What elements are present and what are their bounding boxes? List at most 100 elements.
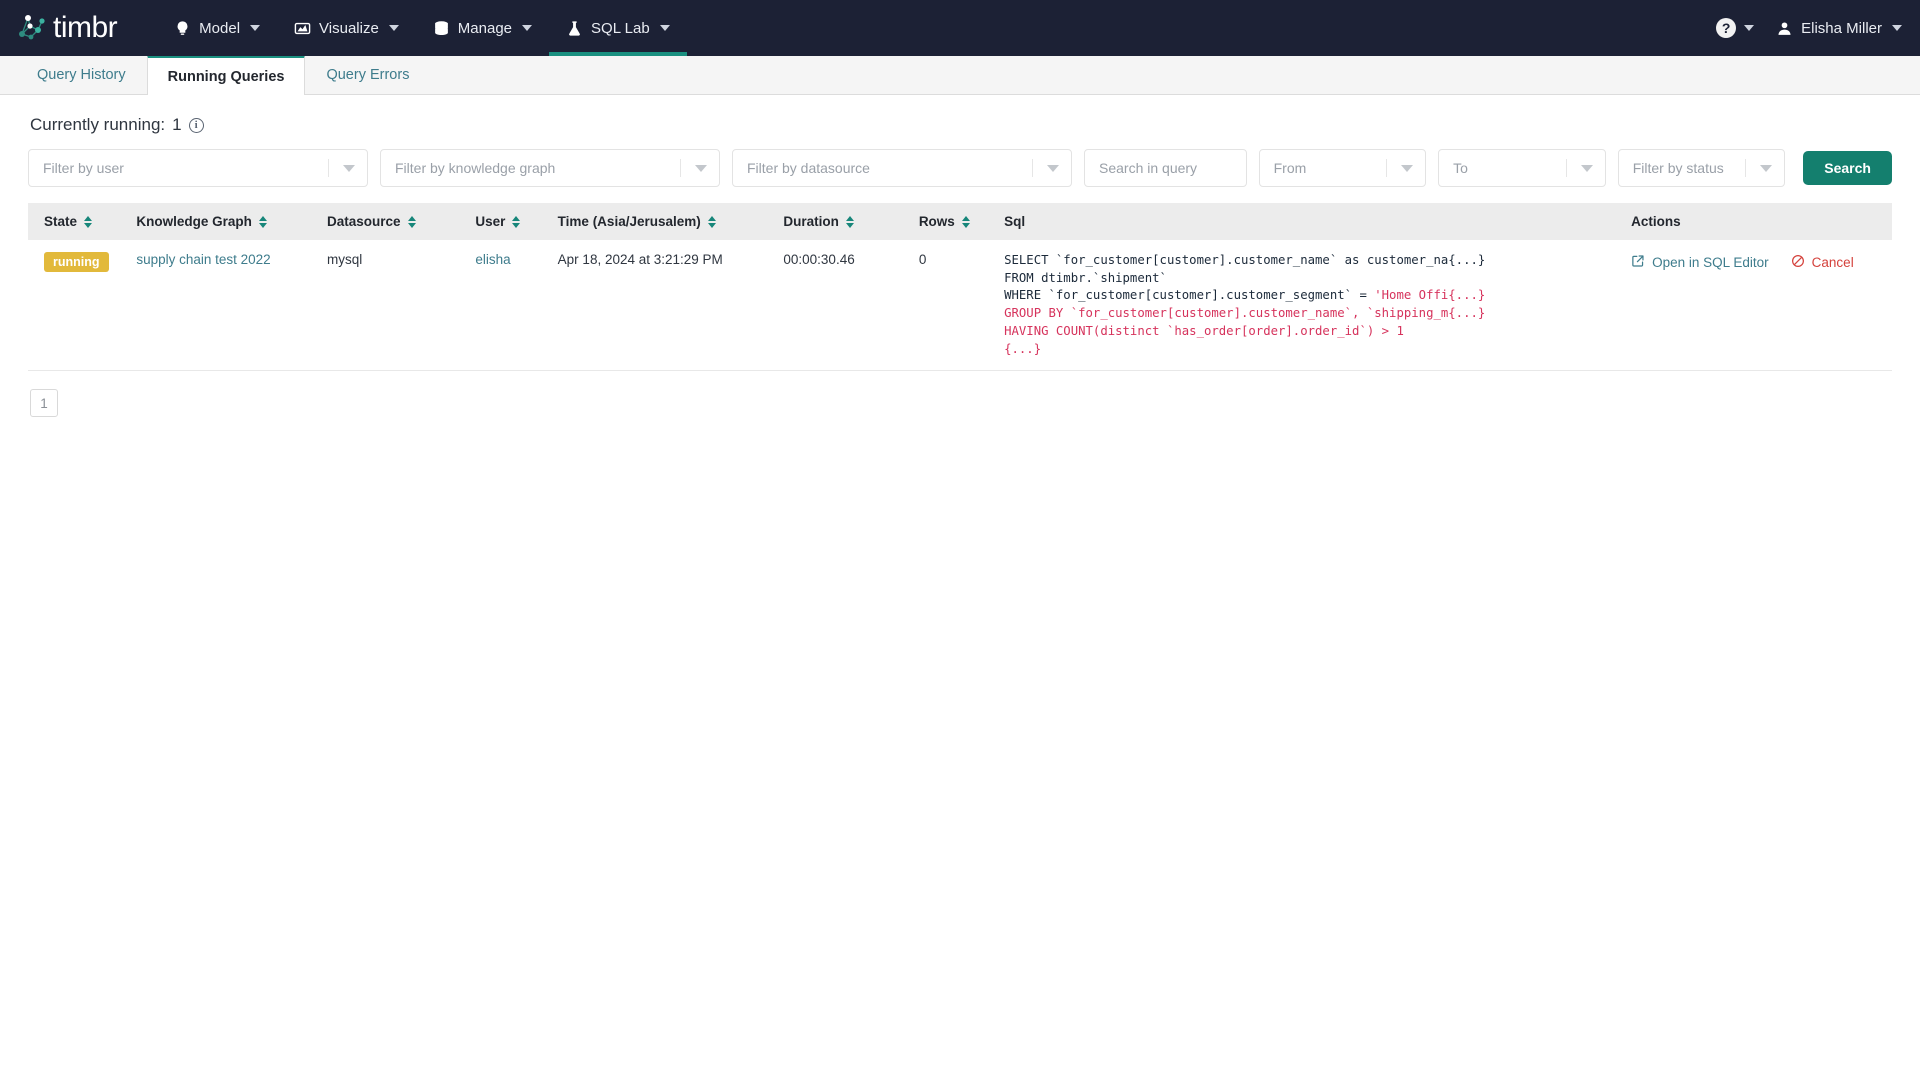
nav-item-visualize[interactable]: Visualize — [277, 0, 416, 56]
filter-by-user-select[interactable]: Filter by user — [28, 149, 368, 187]
column-label: State — [44, 214, 78, 229]
chevron-down-icon[interactable] — [1744, 25, 1755, 31]
column-header-rows[interactable]: Rows — [918, 203, 1005, 240]
nav-item-model[interactable]: Model — [157, 0, 277, 56]
column-header-duration[interactable]: Duration — [783, 203, 919, 240]
sql-keyword: {...} — [1004, 341, 1042, 356]
nav-item-model-label: Model — [199, 19, 241, 37]
filter-bar: Filter by user Filter by knowledge graph… — [28, 149, 1892, 203]
cell-time: Apr 18, 2024 at 3:21:29 PM — [557, 240, 784, 372]
pagination-page-1[interactable]: 1 — [30, 389, 58, 418]
status-badge: running — [44, 252, 109, 272]
sort-icon[interactable] — [258, 215, 267, 228]
cancel-query-button[interactable]: Cancel — [1791, 254, 1854, 271]
currently-running-summary: Currently running: 1 i — [28, 95, 1892, 149]
knowledge-graph-link[interactable]: supply chain test 2022 — [136, 252, 270, 267]
column-label: Knowledge Graph — [136, 214, 252, 229]
filter-by-status-placeholder: Filter by status — [1632, 160, 1724, 176]
person-icon — [1776, 20, 1793, 37]
sort-icon[interactable] — [961, 215, 970, 228]
open-in-sql-editor-label: Open in SQL Editor — [1652, 255, 1769, 270]
nav-right-cluster: ? Elisha Miller — [1716, 0, 1902, 56]
brand-logo[interactable]: timbr — [18, 13, 118, 43]
tab-query-errors[interactable]: Query Errors — [305, 55, 430, 94]
column-header-datasource[interactable]: Datasource — [326, 203, 476, 240]
sql-keyword: GROUP BY `for_customer[customer].custome… — [1004, 306, 1486, 321]
column-header-user[interactable]: User — [475, 203, 558, 240]
main-menu: Model Visualize Manage SQL Lab — [157, 0, 687, 56]
divider — [1386, 159, 1388, 177]
sql-text: WHERE `for_customer[customer].customer_s… — [1004, 288, 1375, 303]
cell-datasource: mysql — [326, 240, 476, 372]
divider — [1565, 159, 1567, 177]
chevron-down-icon — [1892, 25, 1902, 31]
sort-icon[interactable] — [84, 215, 93, 228]
sql-keyword: 'Home Offi{...} — [1374, 288, 1486, 303]
table-header-row: State Knowledge Graph Datasource User Ti… — [28, 203, 1892, 240]
nav-item-manage-label: Manage — [457, 19, 513, 37]
column-header-state[interactable]: State — [28, 203, 137, 240]
column-label: Datasource — [326, 214, 401, 229]
tab-query-history[interactable]: Query History — [16, 55, 147, 94]
column-header-time[interactable]: Time (Asia/Jerusalem) — [557, 203, 784, 240]
column-header-knowledge-graph[interactable]: Knowledge Graph — [136, 203, 327, 240]
chevron-down-icon — [250, 25, 261, 31]
info-icon[interactable]: i — [188, 117, 204, 133]
nav-item-sql-lab[interactable]: SQL Lab — [549, 0, 687, 56]
row-actions: Open in SQL Editor Cancel — [1631, 252, 1882, 271]
divider — [1745, 159, 1747, 177]
user-link[interactable]: elisha — [475, 252, 510, 267]
cell-knowledge-graph: supply chain test 2022 — [136, 240, 327, 372]
chart-icon — [294, 20, 311, 37]
chevron-down-icon — [522, 25, 533, 31]
search-in-query-placeholder: Search in query — [1099, 160, 1198, 176]
flask-icon — [566, 20, 583, 37]
sort-icon[interactable] — [707, 215, 716, 228]
sort-icon[interactable] — [407, 215, 416, 228]
cell-duration: 00:00:30.46 — [783, 240, 919, 372]
chevron-down-icon — [343, 165, 355, 172]
page-content: Currently running: 1 i Filter by user Fi… — [0, 95, 1920, 418]
to-date-select[interactable]: To — [1438, 149, 1606, 187]
search-button[interactable]: Search — [1803, 151, 1892, 185]
open-in-sql-editor-button[interactable]: Open in SQL Editor — [1631, 254, 1769, 271]
database-icon — [433, 20, 450, 37]
chevron-down-icon — [695, 165, 707, 172]
cell-state: running — [28, 240, 137, 372]
filter-by-user-placeholder: Filter by user — [43, 160, 124, 176]
column-label: Time (Asia/Jerusalem) — [557, 214, 701, 229]
sort-icon[interactable] — [512, 215, 521, 228]
filter-by-datasource-select[interactable]: Filter by datasource — [732, 149, 1072, 187]
sql-text: FROM dtimbr.`shipment` — [1004, 270, 1167, 285]
table-row: running supply chain test 2022 mysql eli… — [28, 240, 1892, 372]
cancel-label: Cancel — [1811, 255, 1854, 270]
pagination: 1 — [28, 371, 1892, 418]
search-in-query-input[interactable]: Search in query — [1084, 149, 1247, 187]
sort-icon[interactable] — [845, 215, 854, 228]
from-date-select[interactable]: From — [1258, 149, 1427, 187]
sql-preview[interactable]: SELECT `for_customer[customer].customer_… — [1004, 252, 1621, 358]
column-label: Sql — [1004, 214, 1026, 229]
tab-running-queries[interactable]: Running Queries — [146, 55, 306, 95]
divider — [1032, 159, 1033, 177]
user-menu[interactable]: Elisha Miller — [1776, 20, 1902, 37]
divider — [328, 159, 329, 177]
filter-by-status-select[interactable]: Filter by status — [1617, 149, 1786, 187]
sql-text: SELECT `for_customer[customer].customer_… — [1004, 253, 1486, 267]
graph-network-icon — [19, 15, 45, 40]
nav-item-sql-lab-label: SQL Lab — [591, 19, 650, 37]
currently-running-count: 1 — [172, 115, 182, 134]
help-icon[interactable]: ? — [1716, 18, 1737, 38]
sql-keyword: HAVING COUNT(distinct `has_order[order].… — [1004, 323, 1404, 338]
currently-running-label: Currently running: — [30, 115, 166, 134]
column-label: Rows — [918, 214, 955, 229]
lightbulb-icon — [174, 20, 191, 37]
column-header-sql: Sql — [1004, 203, 1632, 240]
running-queries-table: State Knowledge Graph Datasource User Ti… — [28, 203, 1892, 372]
user-name-label: Elisha Miller — [1801, 19, 1882, 37]
chevron-down-icon — [1580, 165, 1593, 172]
nav-item-manage[interactable]: Manage — [416, 0, 549, 56]
filter-by-knowledge-graph-select[interactable]: Filter by knowledge graph — [380, 149, 720, 187]
top-navigation-bar: timbr Model Visualize Manage SQL Lab ? E… — [0, 0, 1920, 56]
chevron-down-icon — [388, 25, 399, 31]
